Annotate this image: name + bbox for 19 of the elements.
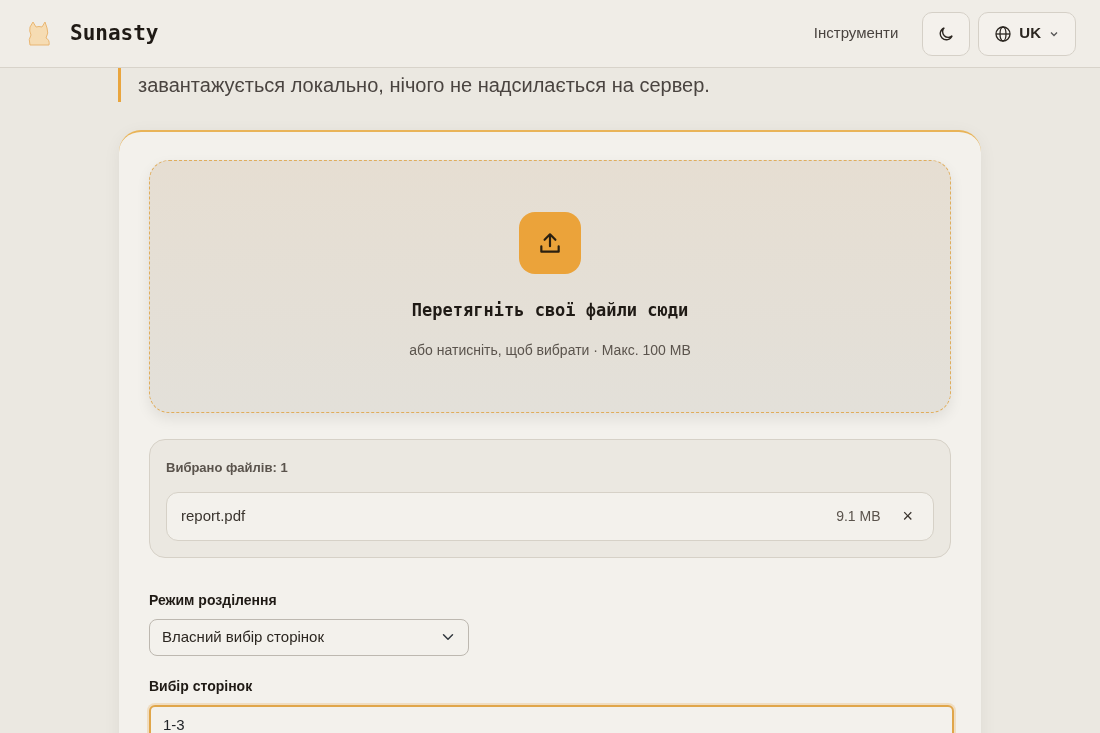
dropzone-title: Перетягніть свої файли сюди bbox=[411, 299, 689, 323]
theme-toggle-button[interactable] bbox=[922, 11, 971, 56]
remove-file-button[interactable]: × bbox=[896, 507, 919, 525]
brand-name[interactable]: Sunasty bbox=[70, 17, 159, 50]
split-mode-label: Режим розділення bbox=[149, 590, 278, 610]
file-size: 9.1 MB bbox=[836, 506, 881, 526]
dropzone-hint: або натисніть, щоб вибрати · Макс. 100 MB bbox=[409, 340, 691, 360]
moon-icon bbox=[939, 27, 954, 42]
tools-link[interactable]: Інструменти bbox=[813, 22, 899, 45]
page-selection-field[interactable]: 1-3 bbox=[149, 704, 954, 733]
page-selection-label: Вибір сторінок bbox=[149, 676, 254, 696]
selected-files-count: Вибрано файлів: 1 bbox=[166, 459, 289, 477]
language-button[interactable]: UK bbox=[978, 11, 1076, 56]
upload-icon bbox=[519, 212, 581, 275]
split-mode-select[interactable]: Власний вибір сторінок bbox=[149, 618, 469, 656]
file-name: report.pdf bbox=[181, 505, 246, 526]
file-dropzone[interactable]: Перетягніть свої файли сюди або натисніть, щоб вибрати · Макс. 100 MB bbox=[149, 160, 951, 413]
globe-icon bbox=[995, 25, 1012, 42]
intro-text: завантажується локально, нічого не надсилається на сервер. bbox=[138, 74, 710, 96]
